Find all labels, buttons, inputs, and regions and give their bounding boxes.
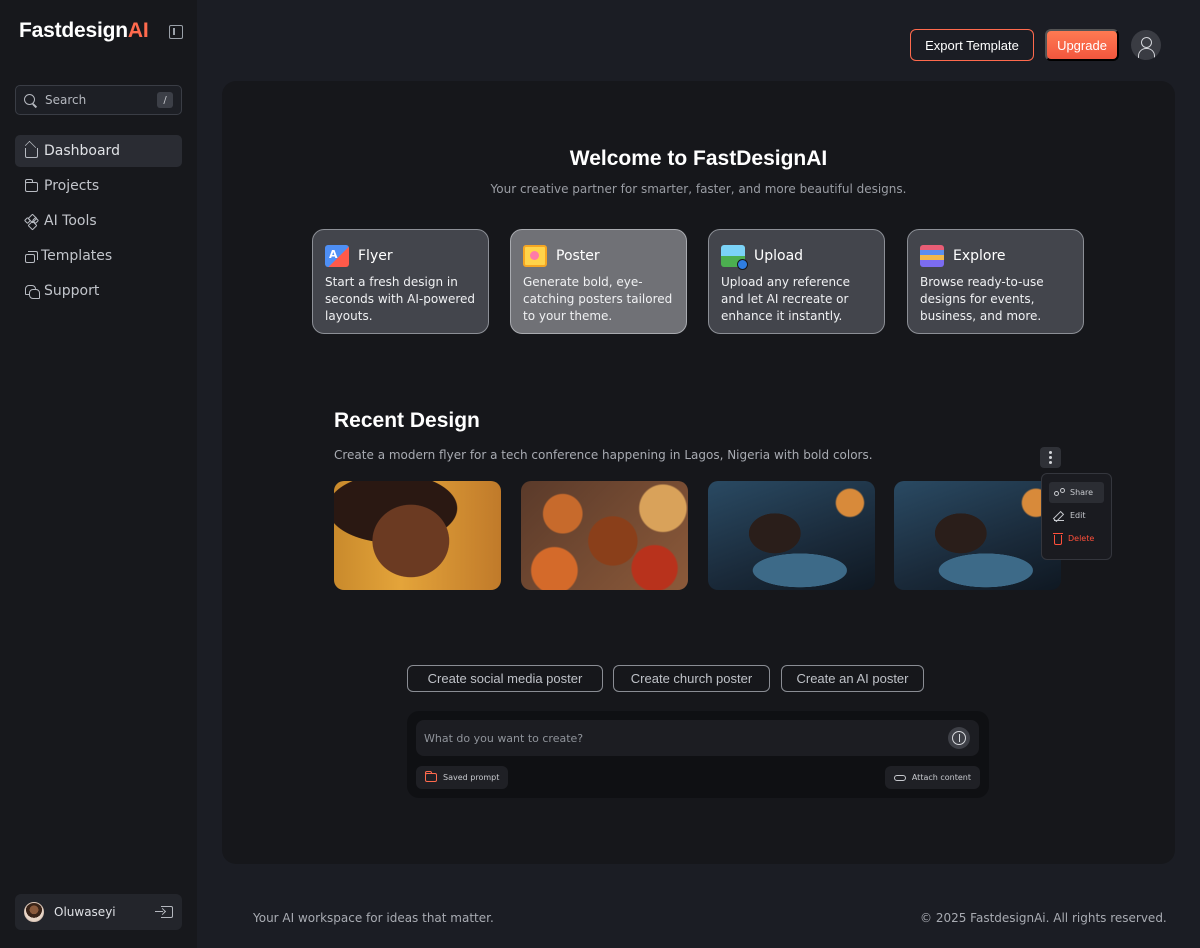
- attach-content-label: Attach content: [911, 773, 971, 782]
- card-description: Browse ready-to-use designs for events, …: [920, 275, 1044, 323]
- sidebar-item-label: Templates: [41, 248, 113, 264]
- card-upload[interactable]: Upload Upload any reference and let AI r…: [708, 229, 885, 334]
- user-profile-card[interactable]: Oluwaseyi: [15, 894, 182, 930]
- upgrade-button[interactable]: Upgrade: [1045, 29, 1119, 61]
- card-description: Start a fresh design in seconds with AI-…: [325, 275, 476, 323]
- share-icon: [1054, 487, 1065, 498]
- main-panel: Welcome to FastDesignAI Your creative pa…: [222, 81, 1175, 864]
- sidebar-item-templates[interactable]: Templates: [15, 240, 182, 272]
- sidebar-item-projects[interactable]: Projects: [15, 170, 182, 202]
- card-title: Explore: [953, 248, 1006, 264]
- ai-tools-icon: [23, 215, 40, 228]
- card-title: Poster: [556, 248, 600, 264]
- menu-item-edit[interactable]: Edit: [1049, 505, 1104, 526]
- home-icon: [25, 148, 38, 158]
- card-title: Upload: [754, 248, 804, 264]
- sidebar-nav: Dashboard Projects AI Tools Templates Su…: [15, 135, 182, 310]
- prompt-input[interactable]: [424, 731, 924, 745]
- card-explore[interactable]: Explore Browse ready-to-use designs for …: [907, 229, 1084, 334]
- avatar: [24, 902, 44, 922]
- saved-prompt-button[interactable]: Saved prompt: [416, 766, 509, 789]
- search-placeholder: Search: [45, 93, 87, 107]
- send-arrow-icon[interactable]: [948, 727, 970, 749]
- export-template-button[interactable]: Export Template: [910, 29, 1034, 61]
- suggestion-chip[interactable]: Create an AI poster: [781, 665, 924, 692]
- flyer-icon: [325, 245, 349, 267]
- logout-icon[interactable]: [155, 906, 173, 918]
- sidebar: FastdesignAI Search / Dashboard Projects…: [0, 0, 197, 948]
- card-description: Generate bold, eye-catching posters tail…: [523, 275, 673, 323]
- footer-copyright: © 2025 FastdesignAi. All rights reserved…: [920, 911, 1167, 925]
- card-poster[interactable]: Poster Generate bold, eye-catching poste…: [510, 229, 687, 334]
- footer-tagline: Your AI workspace for ideas that matter.: [253, 911, 494, 925]
- poster-icon: [523, 245, 547, 267]
- suggestion-chip[interactable]: Create church poster: [613, 665, 770, 692]
- menu-item-delete[interactable]: Delete: [1049, 528, 1104, 549]
- folder-icon: [25, 179, 38, 192]
- templates-icon: [25, 250, 38, 263]
- card-flyer[interactable]: Flyer Start a fresh design in seconds wi…: [312, 229, 489, 334]
- attach-content-button[interactable]: Attach content: [884, 766, 980, 789]
- sidebar-item-label: Support: [44, 283, 100, 299]
- recent-design-prompt: Create a modern flyer for a tech confere…: [334, 448, 873, 462]
- more-options-icon[interactable]: [1040, 447, 1061, 468]
- explore-icon: [920, 245, 944, 267]
- menu-item-share[interactable]: Share: [1049, 482, 1104, 503]
- prompt-composer: Saved prompt Attach content: [407, 711, 989, 798]
- recent-design-thumbnail[interactable]: [521, 481, 688, 590]
- search-icon: [24, 93, 37, 107]
- user-name: Oluwaseyi: [54, 905, 116, 919]
- search-input[interactable]: Search /: [15, 85, 182, 115]
- support-icon: [25, 284, 40, 299]
- design-context-menu: Share Edit Delete: [1041, 473, 1112, 560]
- sidebar-item-support[interactable]: Support: [15, 275, 182, 307]
- upload-image-icon: [721, 245, 748, 270]
- card-title: Flyer: [358, 248, 393, 264]
- sidebar-item-label: Dashboard: [44, 143, 120, 159]
- menu-item-label: Delete: [1068, 534, 1095, 543]
- card-description: Upload any reference and let AI recreate…: [721, 275, 851, 323]
- menu-item-label: Edit: [1070, 511, 1086, 520]
- sidebar-item-label: AI Tools: [44, 213, 97, 229]
- sidebar-item-dashboard[interactable]: Dashboard: [15, 135, 182, 167]
- sidebar-item-ai-tools[interactable]: AI Tools: [15, 205, 182, 237]
- brand-accent: AI: [127, 19, 149, 42]
- page-title: Welcome to FastDesignAI: [569, 147, 828, 170]
- sidebar-toggle-icon[interactable]: [169, 25, 183, 39]
- search-shortcut-badge: /: [157, 92, 173, 108]
- trash-icon: [1053, 532, 1063, 545]
- menu-item-label: Share: [1070, 488, 1094, 497]
- recent-design-thumbnail[interactable]: [708, 481, 875, 590]
- section-title-recent: Recent Design: [334, 409, 480, 432]
- app-logo[interactable]: FastdesignAI: [19, 19, 149, 43]
- brand-name: Fastdesign: [19, 19, 128, 42]
- folder-icon: [425, 771, 437, 782]
- prompt-input-wrapper: [416, 720, 979, 756]
- profile-avatar-icon[interactable]: [1131, 30, 1161, 60]
- saved-prompt-label: Saved prompt: [443, 773, 500, 782]
- recent-design-thumbnail[interactable]: [894, 481, 1061, 590]
- paperclip-icon: [893, 774, 906, 781]
- recent-design-thumbnail[interactable]: [334, 481, 501, 590]
- sidebar-item-label: Projects: [44, 178, 100, 194]
- edit-icon: [1054, 511, 1064, 521]
- page-subtitle: Your creative partner for smarter, faste…: [490, 182, 907, 196]
- suggestion-chip[interactable]: Create social media poster: [407, 665, 603, 692]
